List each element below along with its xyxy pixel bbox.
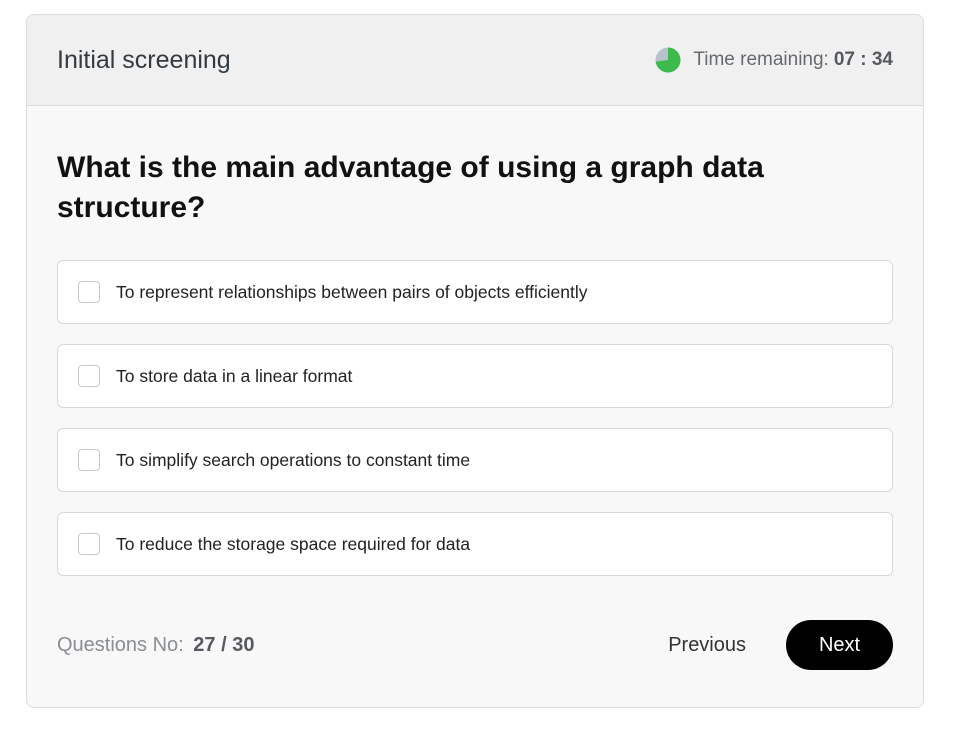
option-checkbox[interactable] (78, 533, 100, 555)
quiz-navigation: Previous Next (668, 620, 893, 670)
option-3[interactable]: To simplify search operations to constan… (57, 428, 893, 492)
option-label: To represent relationships between pairs… (116, 281, 588, 302)
quiz-footer: Questions No: 27 / 30 Previous Next (57, 619, 893, 671)
option-checkbox[interactable] (78, 449, 100, 471)
quiz-header: Initial screening Time remaining: 07 : 3… (27, 15, 923, 106)
timer-value: 07 : 34 (833, 49, 893, 70)
option-4[interactable]: To reduce the storage space required for… (57, 512, 893, 576)
timer: Time remaining: 07 : 34 (655, 47, 893, 73)
page-title: Initial screening (57, 45, 231, 74)
question-counter-label: Questions No: (57, 633, 184, 656)
previous-button[interactable]: Previous (668, 634, 786, 657)
question-text: What is the main advantage of using a gr… (57, 151, 764, 224)
option-label: To reduce the storage space required for… (116, 533, 471, 554)
timer-label: Time remaining: (693, 49, 829, 70)
option-checkbox[interactable] (78, 281, 100, 303)
option-label: To store data in a linear format (116, 365, 353, 386)
option-checkbox[interactable] (78, 365, 100, 387)
pie-clock-icon (655, 47, 681, 73)
question-counter-value: 27 / 30 (193, 633, 255, 656)
next-button[interactable]: Next (786, 620, 893, 670)
option-2[interactable]: To store data in a linear format (57, 344, 893, 408)
question-counter: Questions No: 27 / 30 (57, 634, 254, 657)
option-1[interactable]: To represent relationships between pairs… (57, 260, 893, 324)
quiz-body: What is the main advantage of using a gr… (27, 148, 923, 576)
quiz-card: Initial screening Time remaining: 07 : 3… (26, 14, 924, 708)
option-label: To simplify search operations to constan… (116, 449, 471, 470)
options-list: To represent relationships between pairs… (57, 260, 893, 576)
